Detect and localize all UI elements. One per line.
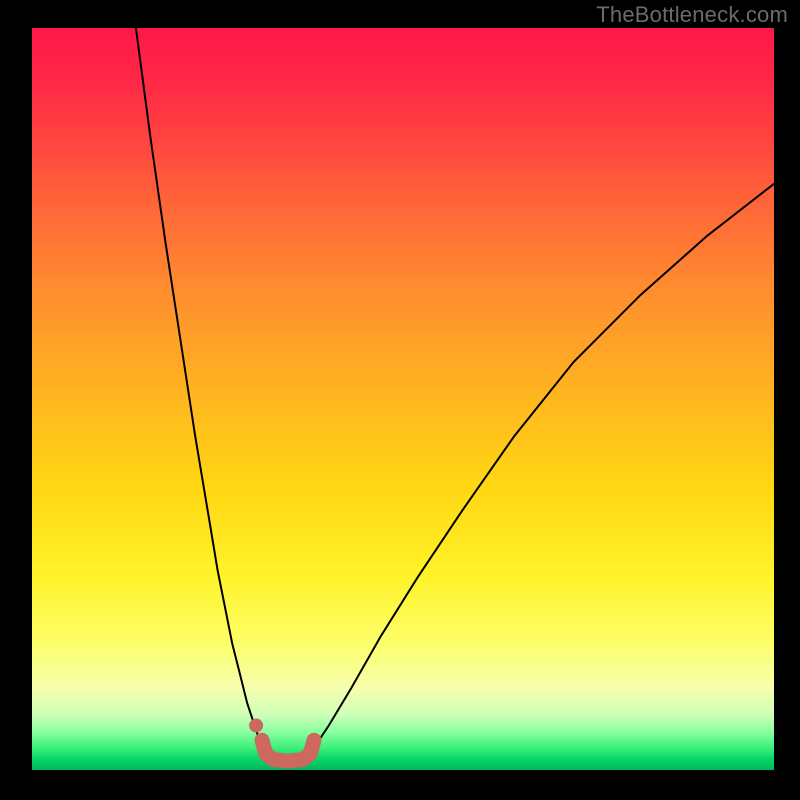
chart-container: TheBottleneck.com	[0, 0, 800, 800]
curves-svg	[32, 28, 774, 770]
valley-dot-marker	[249, 719, 263, 733]
right-curve	[314, 184, 774, 748]
valley-highlight	[262, 740, 314, 761]
watermark-text: TheBottleneck.com	[596, 2, 788, 28]
left-curve	[136, 28, 262, 748]
plot-area	[32, 28, 774, 770]
